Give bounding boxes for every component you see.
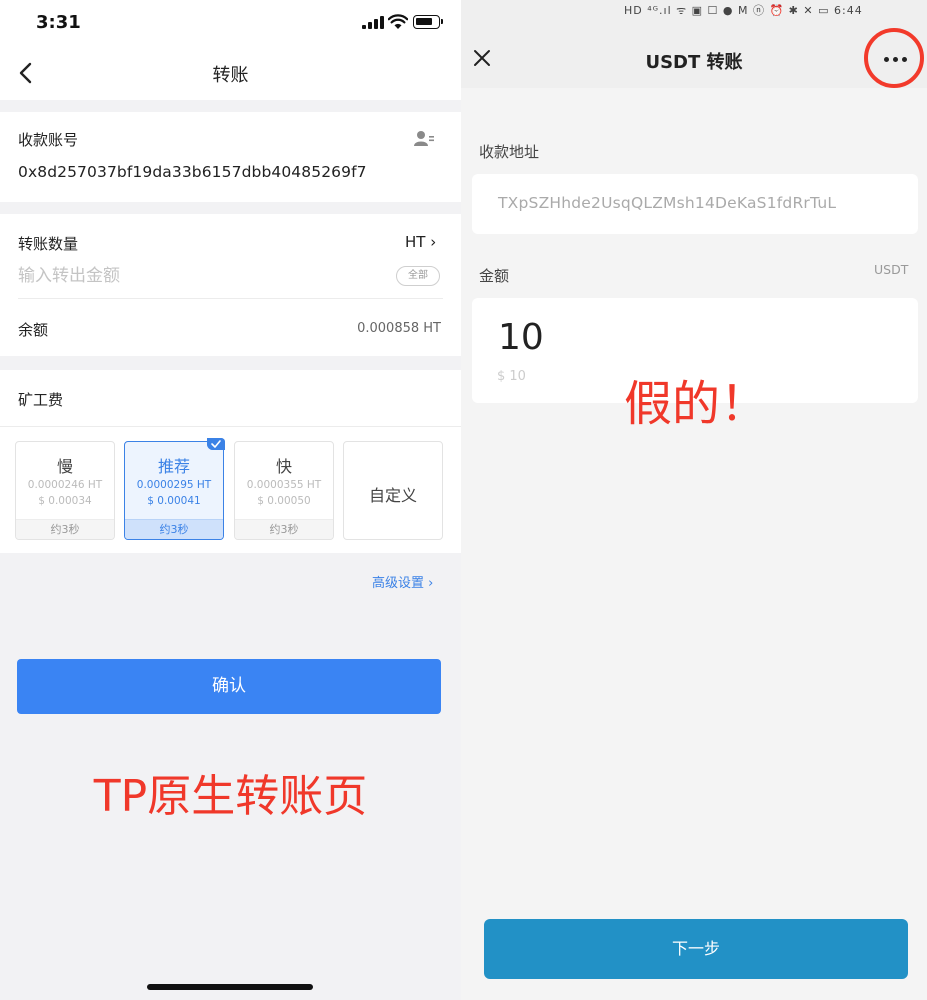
fee-option-slow[interactable]: 慢 0.0000246 HT $ 0.00034 约3秒: [15, 441, 115, 540]
coin-selector[interactable]: HT ›: [405, 233, 436, 251]
signal-icon: [362, 16, 384, 29]
wifi-icon: [388, 14, 408, 29]
nav-bar: 转账: [0, 46, 461, 100]
page-title: USDT 转账: [645, 52, 743, 73]
recipient-label: 收款账号: [18, 131, 79, 149]
page-title: 转账: [212, 65, 249, 86]
amount-value: 10: [498, 317, 544, 358]
fee-option-eta: 约3秒: [235, 519, 333, 539]
annotation-caption-native: TP原生转账页: [93, 771, 368, 822]
android-status-bar: HD ⁴ᴳ.ıl ᯤ ▣ ☐ ● M ⓝ ⏰ ✱ ✕ ▭ 6:44: [624, 4, 863, 17]
currency-label: USDT: [874, 262, 909, 277]
check-icon: [207, 438, 225, 450]
confirm-button[interactable]: 确认: [17, 659, 441, 714]
advanced-settings-link[interactable]: 高级设置 ›: [372, 572, 433, 591]
fee-option-usd: $ 0.00034: [38, 495, 92, 507]
amount-usd: $ 10: [497, 369, 526, 384]
battery-icon: [413, 15, 443, 29]
recipient-card: 收款账号 0x8d257037bf19da33b6157dbb40485269f…: [0, 112, 461, 202]
balance-value: 0.000858 HT: [357, 321, 441, 336]
fee-option-eta: 约3秒: [125, 519, 223, 539]
fee-option-amount: 0.0000246 HT: [27, 479, 103, 491]
fee-option-usd: $ 0.00041: [147, 495, 201, 507]
fee-option-eta: 约3秒: [16, 519, 114, 539]
home-indicator: [147, 984, 313, 990]
header: HD ⁴ᴳ.ıl ᯤ ▣ ☐ ● M ⓝ ⏰ ✱ ✕ ▭ 6:44 USDT 转…: [461, 0, 927, 88]
ios-status-bar: 3:31: [0, 0, 461, 46]
fee-option-name: 自定义: [368, 486, 417, 505]
miner-fee-card: 矿工费 慢 0.0000246 HT $ 0.00034 约3秒 推荐 0.00…: [0, 370, 461, 553]
fee-option-fast[interactable]: 快 0.0000355 HT $ 0.00050 约3秒: [234, 441, 334, 540]
fee-option-custom[interactable]: 自定义: [343, 441, 443, 540]
fee-option-name: 推荐: [157, 457, 190, 476]
fee-option-recommended[interactable]: 推荐 0.0000295 HT $ 0.00041 约3秒: [124, 441, 224, 540]
fee-option-name: 快: [275, 457, 292, 476]
amount-input[interactable]: [18, 263, 388, 289]
more-dots-icon[interactable]: [882, 48, 910, 70]
fee-option-amount: 0.0000295 HT: [136, 479, 212, 491]
fee-option-usd: $ 0.00050: [257, 495, 311, 507]
divider: [0, 426, 461, 427]
divider: [18, 298, 443, 299]
balance-label: 余额: [18, 321, 49, 339]
recipient-field[interactable]: TXpSZHhde2UsqQLZMsh14DeKaS1fdRrTuL: [472, 174, 918, 234]
amount-label: 转账数量: [18, 235, 79, 253]
fee-option-name: 慢: [56, 457, 73, 476]
fee-option-amount: 0.0000355 HT: [246, 479, 322, 491]
contact-book-icon[interactable]: [413, 129, 435, 149]
recipient-address: TXpSZHhde2UsqQLZMsh14DeKaS1fdRrTuL: [498, 194, 837, 212]
tp-native-transfer-screen: 3:31 转账 收款账号 0x8d257037bf19da33b6157dbb4…: [0, 0, 461, 1000]
recipient-address[interactable]: 0x8d257037bf19da33b6157dbb40485269f7: [18, 163, 367, 181]
next-button[interactable]: 下一步: [484, 919, 908, 979]
miner-fee-title: 矿工费: [18, 391, 64, 409]
all-amount-button[interactable]: 全部: [396, 266, 440, 286]
status-time: 3:31: [36, 12, 81, 33]
annotation-caption-fake: 假的！: [624, 376, 769, 432]
amount-label: 金额: [479, 267, 510, 285]
recipient-label: 收款地址: [479, 143, 540, 161]
amount-card: 转账数量 HT › 余额 0.000858 HT: [0, 214, 461, 356]
fake-transfer-screen: HD ⁴ᴳ.ıl ᯤ ▣ ☐ ● M ⓝ ⏰ ✱ ✕ ▭ 6:44 USDT 转…: [461, 0, 927, 1000]
